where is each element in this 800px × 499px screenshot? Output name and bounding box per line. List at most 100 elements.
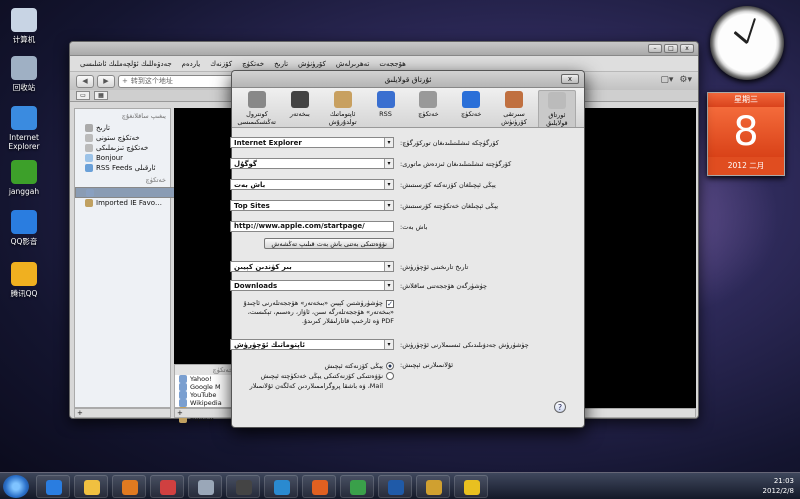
gear-icon[interactable]: ⚙▾ bbox=[679, 75, 692, 85]
sidebar-item[interactable]: خەتكۈچ تىزىملىكى bbox=[75, 143, 170, 153]
bookmark-icon bbox=[179, 375, 187, 383]
taskbar-app-button[interactable] bbox=[264, 475, 298, 498]
preference-select[interactable]: Internet Explorer ▾ bbox=[230, 137, 394, 148]
chevron-down-icon: ▾ bbox=[384, 138, 393, 147]
sidebar-item[interactable]: Yahoo! bbox=[175, 375, 237, 383]
app-icon bbox=[11, 262, 37, 286]
chevron-down-icon: ▾ bbox=[384, 281, 393, 290]
app-icon bbox=[11, 160, 37, 184]
menu-item[interactable]: ھۆججەت bbox=[379, 60, 406, 68]
close-button[interactable]: x bbox=[680, 44, 694, 53]
menu-item[interactable]: كۆرۈنۈش bbox=[298, 60, 326, 68]
start-button[interactable] bbox=[3, 475, 29, 498]
calendar-month: 2012 二月 bbox=[708, 157, 784, 175]
desktop-icon[interactable]: Internet Explorer bbox=[2, 106, 46, 151]
minimize-button[interactable]: – bbox=[648, 44, 662, 53]
system-clock[interactable]: 21:03 2012/2/8 bbox=[763, 476, 794, 496]
sidebar-item[interactable]: Wikipedia bbox=[175, 399, 237, 407]
desktop-icon[interactable]: 腾讯QQ bbox=[2, 262, 46, 298]
desktop-icon[interactable]: 计算机 bbox=[2, 8, 46, 44]
address-placeholder: 转到这个地址 bbox=[130, 77, 173, 85]
menu-item[interactable]: تارىخ bbox=[274, 60, 288, 68]
safe-files-text: چۈشۈرۈشتىن كېيىن «بىخەتەر» ھۆججەتلەرنى ئ… bbox=[243, 299, 383, 307]
desktop-icon[interactable]: janggah bbox=[2, 160, 46, 196]
sidebar-item[interactable]: RSS Feeds ئارقىلى bbox=[75, 163, 170, 173]
forward-button[interactable]: ▶ bbox=[97, 74, 115, 88]
desktop-icon[interactable]: 回收站 bbox=[2, 56, 46, 92]
clock-time: 21:03 bbox=[773, 477, 794, 485]
window-titlebar[interactable]: – □ x bbox=[70, 42, 698, 56]
open-links-label: ئۇلانمىلارنى ئېچىش: bbox=[400, 361, 454, 369]
taskbar-app-button[interactable] bbox=[416, 475, 450, 498]
chevron-down-icon: ▾ bbox=[384, 201, 393, 210]
preference-select[interactable]: Downloads ▾ bbox=[230, 280, 394, 291]
homepage-field[interactable]: http://www.apple.com/startpage/ bbox=[230, 221, 394, 232]
calendar-weekday: 星期三 bbox=[708, 93, 784, 107]
clear-downloads-label: چۈشۈرۈش جەدۋىلىدىكى ئىسىملارنى ئۆچۈرۈش: bbox=[400, 340, 529, 349]
app-icon bbox=[464, 480, 480, 495]
clock-gadget[interactable] bbox=[710, 6, 784, 80]
menu-item[interactable]: كۆزنەك bbox=[210, 60, 232, 68]
preference-select-value: باش بەت bbox=[234, 180, 266, 189]
grid-icon[interactable]: ▦ bbox=[94, 91, 108, 100]
back-button[interactable]: ◀ bbox=[76, 74, 94, 88]
taskbar-app-button[interactable] bbox=[302, 475, 336, 498]
preference-select[interactable]: باش بەت ▾ bbox=[230, 179, 394, 190]
desktop-icon-label: QQ影音 bbox=[10, 237, 38, 246]
bookmarks-sidebar: يىغىپ ساقلانغۇچ تارىخ خەتكۈچ ستونى خەتكۈچ … bbox=[74, 108, 239, 408]
taskbar-app-button[interactable] bbox=[188, 475, 222, 498]
taskbar-app-button[interactable] bbox=[36, 475, 70, 498]
preference-select[interactable]: بىر كۈندىن كېيىن ▾ bbox=[230, 261, 394, 272]
taskbar-app-button[interactable] bbox=[226, 475, 260, 498]
bookmark-icon bbox=[85, 144, 93, 152]
sidebar-item[interactable]: YouTube bbox=[175, 391, 237, 399]
preference-select[interactable]: Top Sites ▾ bbox=[230, 200, 394, 211]
app-icon bbox=[350, 480, 366, 495]
desktop-icon-label: janggah bbox=[8, 187, 40, 196]
sidebar-item[interactable]: Imported IE Favo… bbox=[75, 198, 170, 208]
book-icon[interactable]: ▭ bbox=[76, 91, 90, 100]
desktop-icon[interactable]: QQ影音 bbox=[2, 210, 46, 246]
preference-label: تارىخ تارىخىنى ئۆچۈرۈش: bbox=[400, 262, 469, 271]
page-icon[interactable]: ▢▾ bbox=[660, 75, 673, 85]
sidebar-add-button[interactable]: + bbox=[74, 408, 171, 418]
open-new-tab-text: نۆۋەتتىكى كۆزنەكتىكى يېڭى خەتكۈچتە ئېچىش bbox=[260, 372, 383, 380]
sidebar-item[interactable]: خەتكۈچ ستونى bbox=[75, 133, 170, 143]
desktop-icon-label: Internet Explorer bbox=[8, 133, 40, 151]
sidebar-item[interactable]: Bonjour bbox=[75, 153, 170, 163]
safe-files-note-2: PDF ۋە ئارخىپ قاتارلىقلار كىرىدۇ. bbox=[301, 317, 394, 325]
preference-label: يېڭى ئېچىلغان كۆزنەكتە كۆرسىتىش: bbox=[400, 180, 496, 189]
open-new-tab-radio[interactable] bbox=[386, 372, 394, 380]
menu-item[interactable]: ياردەم bbox=[182, 60, 201, 68]
taskbar-app-button[interactable] bbox=[150, 475, 184, 498]
calendar-gadget[interactable]: 星期三 8 2012 二月 bbox=[707, 92, 785, 176]
bookmark-icon bbox=[86, 188, 94, 197]
taskbar-app-button[interactable] bbox=[340, 475, 374, 498]
help-button[interactable]: ? bbox=[554, 401, 566, 413]
sidebar-item[interactable]: Google M bbox=[175, 383, 237, 391]
safe-files-block: چۈشۈرۈشتىن كېيىن «بىخەتەر» ھۆججەتلەرنى ئ… bbox=[230, 299, 394, 326]
preference-label: كۆرگۈچكە ئىشلىتىلىدىغان توركۆرگۈچ: bbox=[400, 138, 499, 147]
set-current-page-button[interactable]: نۆۋەتتىكى بەتنى باش بەت قىلىپ تەڭشەش bbox=[264, 238, 394, 249]
app-icon bbox=[11, 8, 37, 32]
menu-item[interactable]: خەتكۈچ bbox=[242, 60, 264, 68]
preference-select-value: بىر كۈندىن كېيىن bbox=[234, 262, 292, 271]
taskbar-app-button[interactable] bbox=[378, 475, 412, 498]
app-icon bbox=[11, 56, 37, 80]
add-icon[interactable]: + bbox=[122, 77, 128, 85]
open-new-window-radio[interactable] bbox=[386, 362, 394, 370]
preference-select[interactable]: گوگۇل ▾ bbox=[230, 158, 394, 169]
menu-item[interactable]: جەدۋەللىك ئۆلچەملىك ئاشلىسى bbox=[80, 60, 172, 68]
taskbar-app-button[interactable] bbox=[74, 475, 108, 498]
safe-files-checkbox[interactable]: ✓ bbox=[386, 299, 394, 308]
bookmark-icon bbox=[85, 124, 93, 132]
clear-downloads-select[interactable]: ئاپتوماتىك ئۆچۈرۈش ▾ bbox=[230, 339, 394, 350]
sidebar-item-label: YouTube bbox=[190, 391, 217, 399]
preference-select-value: Downloads bbox=[234, 281, 278, 290]
taskbar-app-button[interactable] bbox=[454, 475, 488, 498]
maximize-button[interactable]: □ bbox=[664, 44, 678, 53]
preference-select-value: گوگۇل bbox=[234, 159, 257, 168]
sidebar-item[interactable]: تارىخ bbox=[75, 123, 170, 133]
taskbar-app-button[interactable] bbox=[112, 475, 146, 498]
menu-item[interactable]: تەھرىرلەش bbox=[336, 60, 370, 68]
